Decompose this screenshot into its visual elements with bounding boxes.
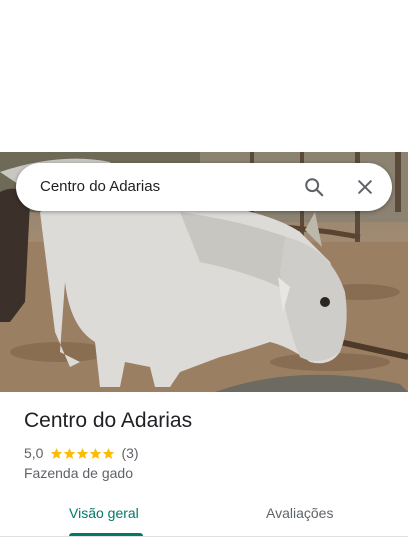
tabs-divider <box>0 536 408 537</box>
place-category: Fazenda de gado <box>24 465 133 481</box>
rating-row[interactable]: 5,0 (3) <box>24 444 139 462</box>
star-icon <box>51 447 63 459</box>
tab-overview[interactable]: Visão geral <box>69 505 139 521</box>
tab-reviews[interactable]: Avaliações <box>266 505 333 521</box>
search-input[interactable]: Centro do Adarias <box>40 178 160 195</box>
star-icon <box>103 447 115 459</box>
star-rating <box>50 447 115 460</box>
close-icon[interactable] <box>351 173 379 201</box>
place-name: Centro do Adarias <box>24 409 193 432</box>
review-count[interactable]: (3) <box>121 445 138 461</box>
search-icon[interactable] <box>300 173 328 201</box>
star-icon <box>77 447 89 459</box>
star-icon <box>64 447 76 459</box>
star-icon <box>90 447 102 459</box>
rating-value: 5,0 <box>24 445 44 461</box>
search-bar[interactable]: Centro do Adarias <box>16 163 392 211</box>
